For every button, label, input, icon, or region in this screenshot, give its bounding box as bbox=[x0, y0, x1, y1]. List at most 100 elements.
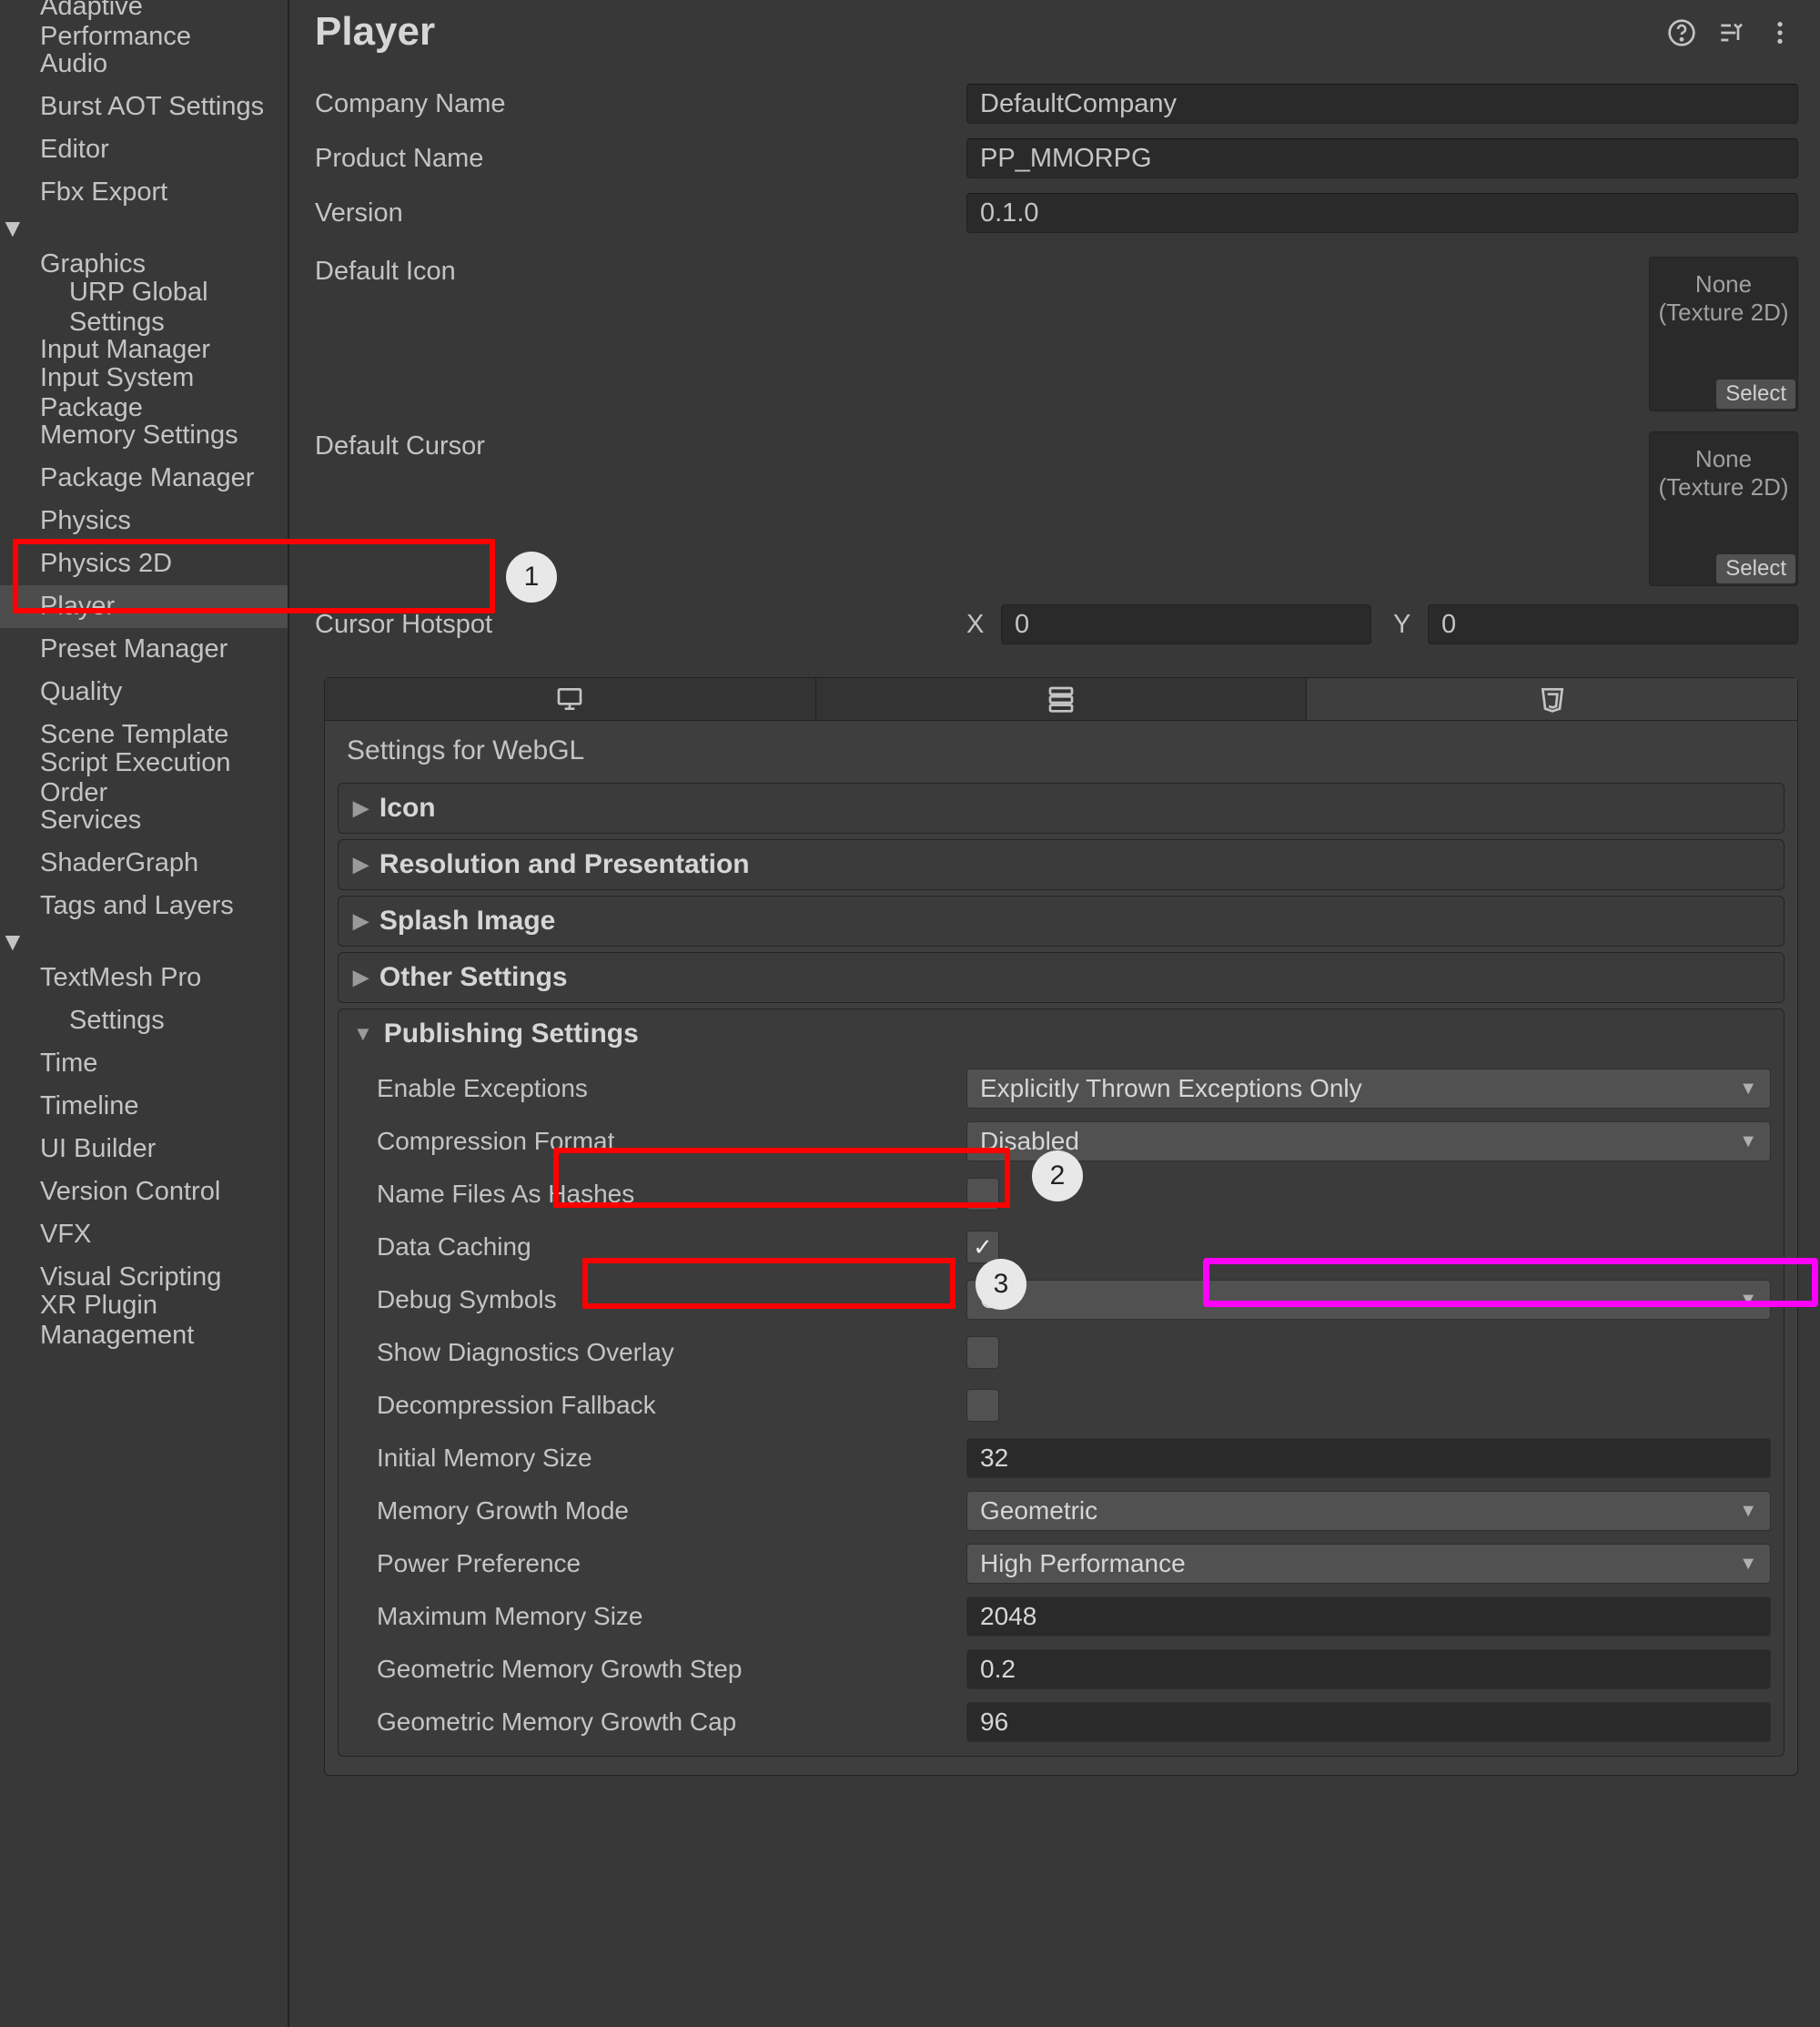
max-memory-input[interactable]: 2048 bbox=[966, 1596, 1771, 1637]
section-publishing-header[interactable]: ▼ Publishing Settings bbox=[339, 1009, 1784, 1059]
sidebar-item-editor[interactable]: Editor bbox=[0, 128, 288, 171]
sidebar-item-package-manager[interactable]: Package Manager bbox=[0, 457, 288, 500]
sidebar-item-tmp-settings[interactable]: Settings bbox=[0, 999, 288, 1042]
section-splash-header[interactable]: ▶ Splash Image bbox=[339, 897, 1784, 946]
product-name-label: Product Name bbox=[315, 144, 966, 174]
section-resolution-header[interactable]: ▶ Resolution and Presentation bbox=[339, 840, 1784, 889]
power-pref-dropdown[interactable]: High Performance▼ bbox=[966, 1544, 1771, 1584]
version-label: Version bbox=[315, 198, 966, 228]
company-name-input[interactable] bbox=[966, 84, 1798, 124]
debug-symbols-dropdown[interactable]: Off▼ bbox=[966, 1280, 1771, 1320]
diagnostics-checkbox[interactable] bbox=[966, 1336, 999, 1369]
section-publishing: ▼ Publishing Settings Enable Exceptions … bbox=[338, 1008, 1785, 1757]
section-icon-header[interactable]: ▶ Icon bbox=[339, 784, 1784, 833]
menu-icon[interactable] bbox=[1765, 18, 1795, 55]
name-hashes-checkbox[interactable] bbox=[966, 1178, 999, 1211]
sidebar-item-timeline[interactable]: Timeline bbox=[0, 1085, 288, 1128]
section-splash: ▶ Splash Image bbox=[338, 896, 1785, 947]
tab-webgl[interactable] bbox=[1307, 678, 1797, 720]
settings-for-label: Settings for WebGL bbox=[325, 721, 1797, 777]
sidebar-item-tags-layers[interactable]: Tags and Layers bbox=[0, 885, 288, 927]
select-texture-button[interactable]: Select bbox=[1716, 554, 1795, 583]
page-title: Player bbox=[315, 9, 1798, 55]
growth-cap-label: Geometric Memory Growth Cap bbox=[371, 1708, 966, 1737]
version-input[interactable] bbox=[966, 193, 1798, 233]
sidebar-item-preset-manager[interactable]: Preset Manager bbox=[0, 628, 288, 671]
chevron-right-icon: ▶ bbox=[353, 909, 369, 933]
sidebar-item-shadergraph[interactable]: ShaderGraph bbox=[0, 842, 288, 885]
sidebar-item-input-system[interactable]: Input System Package bbox=[0, 371, 288, 414]
section-icon-title: Icon bbox=[379, 793, 436, 824]
company-name-label: Company Name bbox=[315, 89, 966, 119]
hotspot-x-input[interactable] bbox=[1001, 604, 1371, 644]
chevron-down-icon[interactable]: ▼ bbox=[0, 214, 25, 242]
growth-mode-dropdown[interactable]: Geometric▼ bbox=[966, 1491, 1771, 1531]
sidebar-item-physics-2d[interactable]: Physics 2D bbox=[0, 542, 288, 585]
diagnostics-label: Show Diagnostics Overlay bbox=[371, 1338, 966, 1367]
initial-memory-label: Initial Memory Size bbox=[371, 1444, 966, 1473]
sidebar-item-vfx[interactable]: VFX bbox=[0, 1213, 288, 1256]
sidebar-item-quality[interactable]: Quality bbox=[0, 671, 288, 714]
sidebar-item-script-order[interactable]: Script Execution Order bbox=[0, 756, 288, 799]
sidebar-item-time[interactable]: Time bbox=[0, 1042, 288, 1085]
max-memory-label: Maximum Memory Size bbox=[371, 1602, 966, 1631]
sidebar-item-audio[interactable]: Audio bbox=[0, 43, 288, 86]
name-hashes-label: Name Files As Hashes bbox=[371, 1180, 966, 1209]
growth-step-label: Geometric Memory Growth Step bbox=[371, 1655, 966, 1684]
sidebar-item-memory-settings[interactable]: Memory Settings bbox=[0, 414, 288, 457]
chevron-right-icon: ▶ bbox=[353, 966, 369, 989]
settings-sidebar: Adaptive Performance Audio Burst AOT Set… bbox=[0, 0, 289, 2027]
data-caching-label: Data Caching bbox=[371, 1232, 966, 1262]
decompression-checkbox[interactable] bbox=[966, 1389, 999, 1422]
section-splash-title: Splash Image bbox=[379, 906, 555, 937]
sidebar-item-physics[interactable]: Physics bbox=[0, 500, 288, 542]
sidebar-item-version-control[interactable]: Version Control bbox=[0, 1171, 288, 1213]
initial-memory-input[interactable]: 32 bbox=[966, 1438, 1771, 1478]
enable-exceptions-label: Enable Exceptions bbox=[371, 1074, 966, 1103]
growth-mode-label: Memory Growth Mode bbox=[371, 1496, 966, 1525]
growth-step-input[interactable]: 0.2 bbox=[966, 1649, 1771, 1689]
select-texture-button[interactable]: Select bbox=[1716, 380, 1795, 409]
sidebar-item-urp-global[interactable]: URP Global Settings bbox=[0, 286, 288, 329]
section-resolution-title: Resolution and Presentation bbox=[379, 849, 750, 880]
power-pref-label: Power Preference bbox=[371, 1549, 966, 1578]
compression-format-dropdown[interactable]: Disabled▼ bbox=[966, 1121, 1771, 1161]
tab-standalone[interactable] bbox=[325, 678, 816, 720]
section-other: ▶ Other Settings bbox=[338, 952, 1785, 1003]
main-panel: Player Company Name Product Name Version bbox=[289, 0, 1820, 2027]
texture-none-text: None bbox=[1650, 270, 1797, 299]
chevron-down-icon: ▼ bbox=[353, 1022, 373, 1046]
chevron-right-icon: ▶ bbox=[353, 796, 369, 820]
sidebar-item-fbx-export[interactable]: Fbx Export bbox=[0, 171, 288, 214]
sidebar-item-burst-aot[interactable]: Burst AOT Settings bbox=[0, 86, 288, 128]
chevron-right-icon: ▶ bbox=[353, 853, 369, 877]
default-icon-field[interactable]: None (Texture 2D) Select bbox=[1649, 257, 1798, 411]
chevron-down-icon[interactable]: ▼ bbox=[0, 927, 25, 956]
decompression-label: Decompression Fallback bbox=[371, 1391, 966, 1420]
sidebar-item-player[interactable]: Player bbox=[0, 585, 288, 628]
default-cursor-field[interactable]: None (Texture 2D) Select bbox=[1649, 431, 1798, 586]
default-cursor-label: Default Cursor bbox=[315, 431, 966, 461]
sidebar-item-adaptive-performance[interactable]: Adaptive Performance bbox=[0, 0, 288, 43]
presets-icon[interactable] bbox=[1716, 18, 1745, 55]
hotspot-x-label: X bbox=[966, 610, 992, 640]
section-publishing-title: Publishing Settings bbox=[384, 1019, 639, 1049]
hotspot-y-label: Y bbox=[1393, 610, 1419, 640]
section-other-header[interactable]: ▶ Other Settings bbox=[339, 953, 1784, 1002]
help-icon[interactable] bbox=[1667, 18, 1696, 55]
enable-exceptions-dropdown[interactable]: Explicitly Thrown Exceptions Only▼ bbox=[966, 1069, 1771, 1109]
tab-server[interactable] bbox=[816, 678, 1308, 720]
sidebar-item-services[interactable]: Services bbox=[0, 799, 288, 842]
sidebar-item-textmesh-pro[interactable]: TextMesh Pro bbox=[0, 957, 288, 999]
growth-cap-input[interactable]: 96 bbox=[966, 1702, 1771, 1742]
section-other-title: Other Settings bbox=[379, 962, 568, 993]
hotspot-y-input[interactable] bbox=[1428, 604, 1798, 644]
sidebar-item-ui-builder[interactable]: UI Builder bbox=[0, 1128, 288, 1171]
texture-type-text: (Texture 2D) bbox=[1650, 299, 1797, 327]
sidebar-item-xr-plugin[interactable]: XR Plugin Management bbox=[0, 1299, 288, 1342]
section-resolution: ▶ Resolution and Presentation bbox=[338, 839, 1785, 890]
section-icon: ▶ Icon bbox=[338, 783, 1785, 834]
product-name-input[interactable] bbox=[966, 138, 1798, 178]
webgl-settings-panel: Settings for WebGL ▶ Icon ▶ Resolution a… bbox=[324, 721, 1798, 1776]
data-caching-checkbox[interactable]: ✓ bbox=[966, 1231, 999, 1263]
